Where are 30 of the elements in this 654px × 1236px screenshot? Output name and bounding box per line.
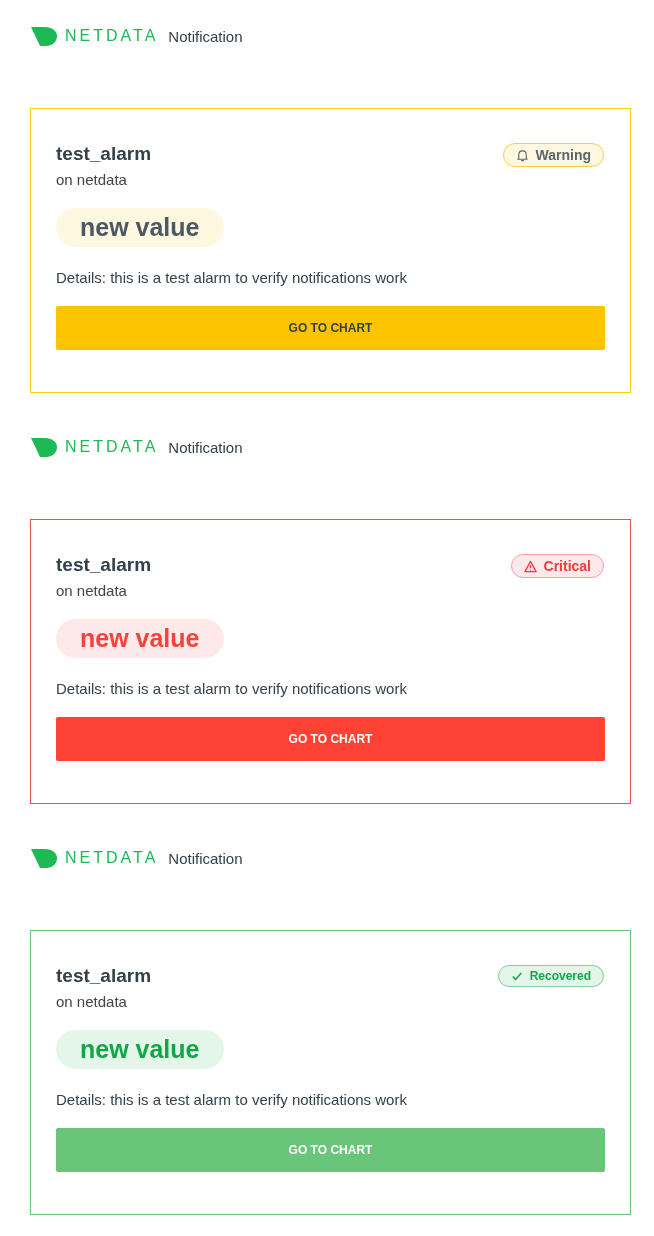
badge-label: Critical [543,558,591,574]
check-icon [510,970,523,982]
value-pill: new value [56,1030,224,1069]
badge-label: Recovered [529,969,591,983]
details-text: Details: this is a test alarm to verify notifications work [56,680,408,697]
logo-icon [31,848,57,868]
go-to-chart-button[interactable]: GO TO CHART [56,1128,605,1172]
header-label: Notification [168,849,243,867]
host-label: on netdata [56,582,128,599]
go-to-chart-button[interactable]: GO TO CHART [56,306,605,350]
logo-icon [31,437,57,457]
bell-icon [515,148,529,162]
go-to-chart-button[interactable]: GO TO CHART [56,717,605,761]
details-text: Details: this is a test alarm to verify notifications work [56,1091,408,1108]
alarm-title: test_alarm [56,554,152,576]
brand-name: NETDATA [65,438,159,456]
alarm-title: test_alarm [56,143,152,165]
header-label: Notification [168,438,243,456]
header-label: Notification [168,27,243,45]
details-text: Details: this is a test alarm to verify notifications work [56,269,408,286]
brand-name: NETDATA [65,849,159,867]
host-label: on netdata [56,993,128,1010]
warning-icon [523,559,537,573]
brand-name: NETDATA [65,27,159,45]
value-pill: new value [56,208,224,247]
host-label: on netdata [56,171,128,188]
alarm-title: test_alarm [56,965,152,987]
badge-label: Warning [535,147,591,163]
logo-icon [31,26,57,46]
value-pill: new value [56,619,224,658]
